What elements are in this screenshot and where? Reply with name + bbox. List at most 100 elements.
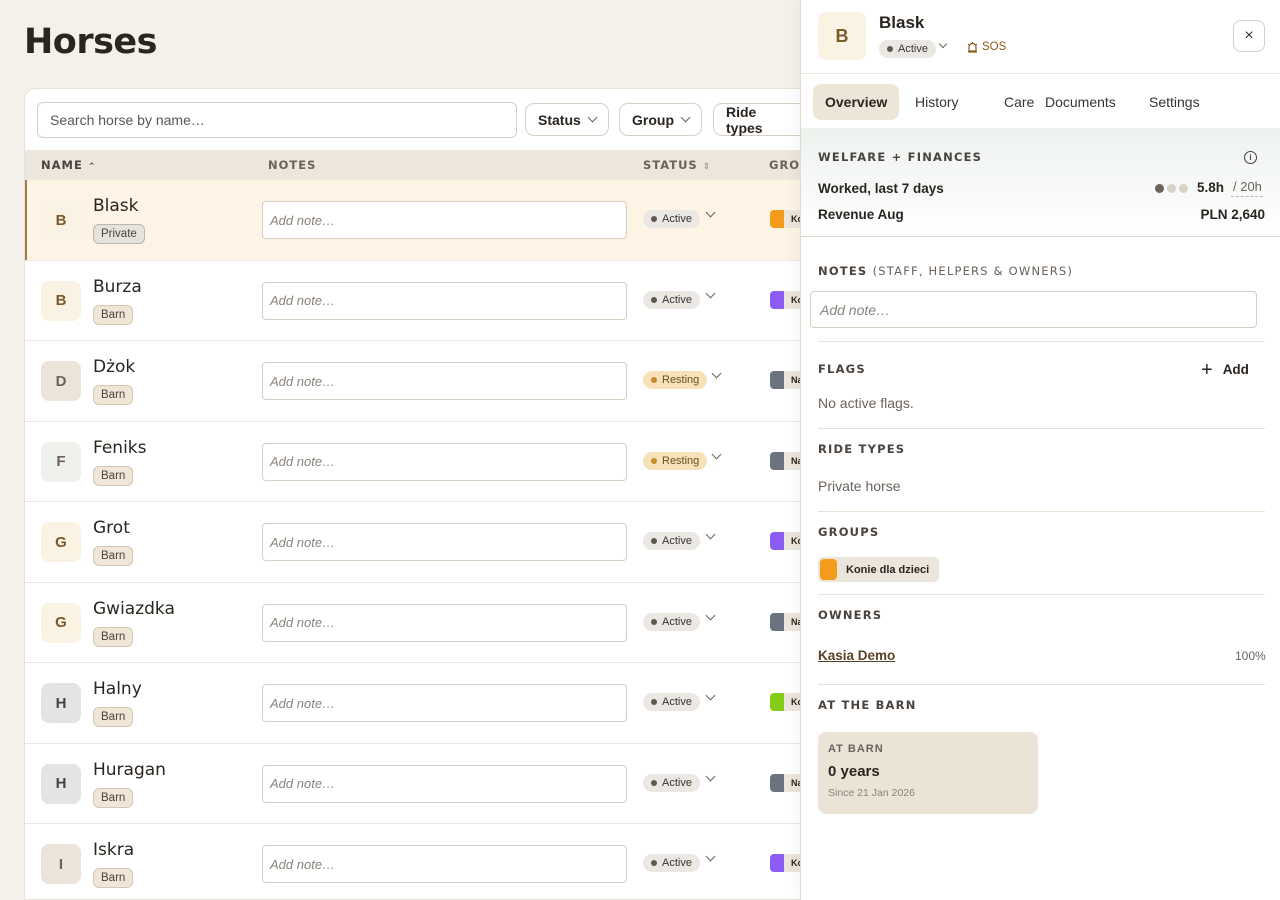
info-icon[interactable]: i bbox=[1244, 151, 1257, 164]
tab-overview[interactable]: Overview bbox=[813, 84, 900, 120]
status-badge[interactable]: Active bbox=[643, 612, 700, 631]
horse-name[interactable]: Burza bbox=[93, 277, 142, 297]
groups-title: GROUPS bbox=[818, 525, 880, 539]
status-badge[interactable]: Active bbox=[643, 854, 700, 872]
tab-settings[interactable]: Settings bbox=[1137, 84, 1212, 120]
note-input[interactable]: Add note… bbox=[262, 845, 627, 883]
table-row[interactable]: G Gwiazdka Barn Add note… Active Na bbox=[25, 583, 823, 663]
horse-name[interactable]: Feniks bbox=[93, 438, 147, 458]
note-input[interactable]: Add note… bbox=[262, 281, 627, 320]
chevron-down-icon[interactable] bbox=[705, 851, 716, 862]
table-row[interactable]: D Dżok Barn Add note… Resting Na bbox=[25, 341, 823, 422]
avatar: I bbox=[41, 844, 81, 884]
table-row[interactable]: F Feniks Barn Add note… Resting Na bbox=[25, 422, 823, 502]
avatar: H bbox=[41, 763, 81, 804]
avatar: D bbox=[41, 361, 81, 401]
chevron-down-icon[interactable] bbox=[705, 690, 716, 701]
group-chip[interactable]: Konie dla dzieci bbox=[818, 557, 940, 582]
chevron-down-icon[interactable] bbox=[705, 288, 716, 298]
add-flag-label: Add bbox=[1222, 362, 1249, 377]
status-label: Active bbox=[662, 615, 692, 628]
note-input[interactable]: Add note… bbox=[262, 764, 627, 803]
note-input[interactable]: Add note… bbox=[262, 442, 627, 481]
column-header-status[interactable]: STATUS ⇕ bbox=[643, 158, 711, 172]
workload-dot bbox=[1179, 184, 1188, 193]
add-flag-button[interactable]: + Add bbox=[1201, 360, 1249, 380]
panel-tabs: Overview History Care Documents Settings bbox=[801, 73, 1280, 128]
table-row[interactable]: B Blask Private Add note… Active Ko bbox=[25, 180, 823, 261]
status-badge[interactable]: Active bbox=[643, 773, 700, 792]
status-dot bbox=[651, 457, 657, 464]
note-input[interactable]: Add note… bbox=[262, 523, 627, 561]
divider bbox=[818, 341, 1265, 342]
status-dot bbox=[651, 779, 657, 786]
status-filter-button[interactable]: Status bbox=[525, 103, 609, 136]
avatar: G bbox=[41, 602, 81, 643]
status-badge[interactable]: Active bbox=[643, 693, 700, 711]
divider bbox=[818, 684, 1265, 685]
avatar: B bbox=[818, 12, 866, 60]
close-button[interactable]: × bbox=[1233, 20, 1265, 52]
at-barn-title: AT THE BARN bbox=[818, 698, 917, 712]
group-filter-button[interactable]: Group bbox=[619, 103, 702, 136]
flags-title: FLAGS bbox=[818, 362, 866, 376]
panel-note-input[interactable]: Add note… bbox=[810, 291, 1257, 328]
note-input[interactable]: Add note… bbox=[262, 201, 627, 239]
workload-dot bbox=[1167, 184, 1176, 193]
horse-name[interactable]: Iskra bbox=[93, 840, 134, 860]
owners-title: OWNERS bbox=[818, 608, 883, 622]
notes-title: NOTES (STAFF, HELPERS & OWNERS) bbox=[818, 264, 1074, 278]
status-label: Active bbox=[662, 696, 692, 708]
column-header-name[interactable]: NAME ⌃ bbox=[41, 158, 96, 172]
horse-name[interactable]: Grot bbox=[93, 518, 130, 538]
table-row[interactable]: H Halny Barn Add note… Active Ko bbox=[25, 663, 823, 744]
chevron-down-icon bbox=[680, 112, 691, 123]
note-input[interactable]: Add note… bbox=[262, 603, 627, 642]
table-header: NAME ⌃ NOTES STATUS ⇕ GROU bbox=[25, 150, 823, 180]
horse-name[interactable]: Halny bbox=[93, 679, 142, 699]
chevron-down-icon[interactable] bbox=[705, 207, 716, 218]
revenue-value: PLN 2,640 bbox=[1200, 207, 1265, 222]
table-row[interactable]: B Burza Barn Add note… Active Ko bbox=[25, 261, 823, 341]
note-input[interactable]: Add note… bbox=[262, 362, 627, 400]
sos-label: SOS bbox=[982, 41, 1007, 53]
status-dot bbox=[651, 377, 657, 383]
table-row[interactable]: H Huragan Barn Add note… Active Na bbox=[25, 744, 823, 824]
tab-documents[interactable]: Documents bbox=[1033, 84, 1128, 120]
note-input[interactable]: Add note… bbox=[262, 684, 627, 722]
status-badge[interactable]: Resting bbox=[643, 371, 708, 389]
ride-types-filter-label: Ride types bbox=[726, 103, 763, 136]
at-barn-since: Since 21 Jan 2026 bbox=[828, 787, 915, 799]
status-dropdown[interactable]: Active bbox=[879, 40, 936, 58]
status-dot bbox=[651, 699, 657, 705]
tab-history[interactable]: History bbox=[903, 84, 971, 120]
at-barn-value: 0 years bbox=[828, 763, 880, 780]
chevron-down-icon[interactable] bbox=[711, 368, 722, 379]
horse-name[interactable]: Dżok bbox=[93, 357, 135, 377]
owner-link[interactable]: Kasia Demo bbox=[818, 648, 895, 663]
chevron-down-icon[interactable] bbox=[938, 39, 948, 49]
divider bbox=[818, 428, 1265, 429]
status-label: Resting bbox=[662, 374, 700, 386]
revenue-label: Revenue Aug bbox=[818, 207, 904, 222]
chevron-down-icon[interactable] bbox=[705, 771, 716, 781]
sos-button[interactable]: SOS bbox=[967, 41, 1006, 53]
chevron-down-icon[interactable] bbox=[705, 529, 716, 540]
table-row[interactable]: G Grot Barn Add note… Active Ko bbox=[25, 502, 823, 583]
horse-name[interactable]: Huragan bbox=[93, 760, 166, 780]
table-row[interactable]: I Iskra Barn Add note… Active Ko bbox=[25, 824, 823, 899]
horse-name[interactable]: Blask bbox=[93, 196, 139, 216]
status-badge[interactable]: Active bbox=[643, 290, 700, 309]
status-badge[interactable]: Active bbox=[643, 210, 700, 228]
siren-icon bbox=[967, 42, 978, 53]
chevron-down-icon[interactable] bbox=[711, 449, 722, 459]
status-badge[interactable]: Active bbox=[643, 532, 700, 550]
worked-target: / 20h bbox=[1231, 179, 1263, 197]
status-badge[interactable]: Resting bbox=[643, 451, 708, 470]
status-dot bbox=[651, 538, 657, 544]
chevron-down-icon[interactable] bbox=[705, 610, 716, 620]
status-filter-label: Status bbox=[538, 111, 581, 128]
horse-name[interactable]: Gwiazdka bbox=[93, 599, 175, 619]
status-dot bbox=[651, 618, 657, 625]
search-input[interactable] bbox=[37, 102, 517, 138]
